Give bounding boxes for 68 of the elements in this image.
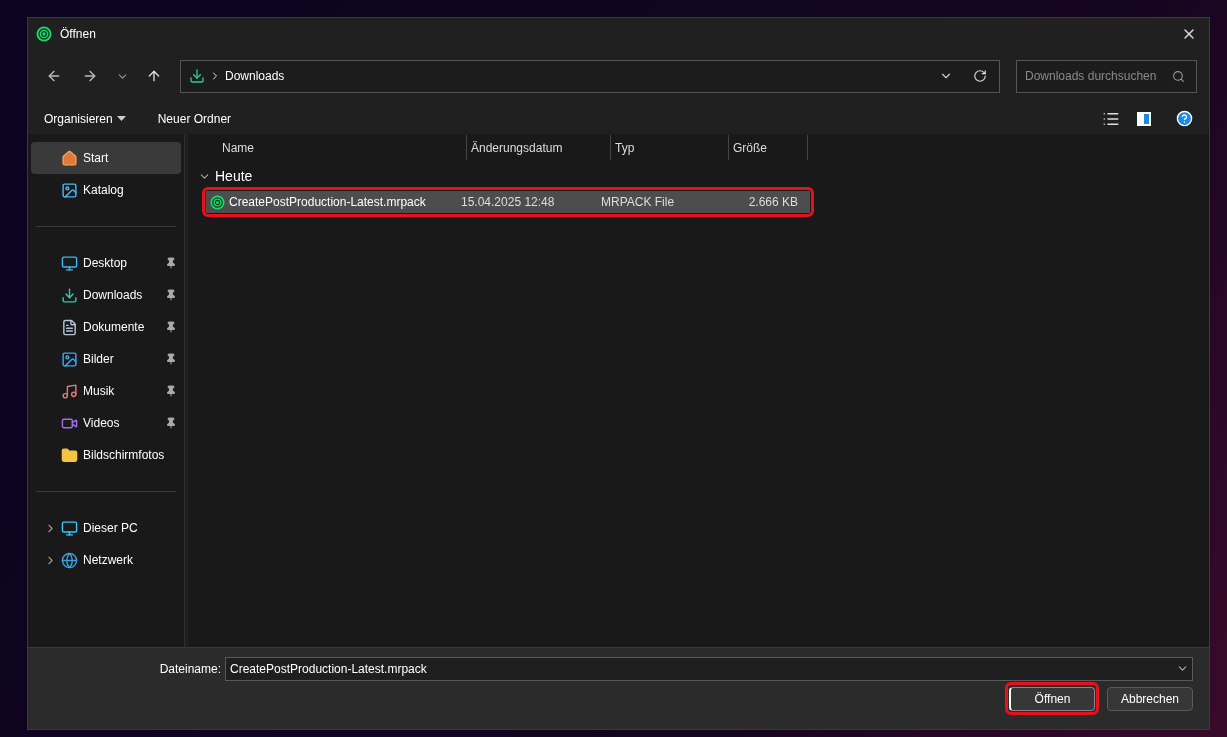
refresh-icon[interactable] — [973, 69, 987, 83]
monitor-icon — [61, 254, 78, 272]
sidebar-label: Desktop — [83, 255, 129, 272]
download-icon — [189, 68, 205, 84]
breadcrumb[interactable]: Downloads — [225, 67, 939, 85]
sidebar-item[interactable]: Dieser PC — [31, 512, 181, 544]
sidebar-item[interactable]: Bilder — [31, 343, 181, 375]
column-header[interactable]: Typ — [610, 135, 728, 160]
pin-icon[interactable] — [165, 417, 177, 429]
filename-field[interactable]: CreatePostProduction-Latest.mrpack — [225, 657, 1193, 681]
pin-icon[interactable] — [165, 385, 177, 397]
mrpack-file-icon — [210, 194, 225, 210]
file-date: 15.04.2025 12:48 — [460, 194, 556, 211]
arrow-up-icon — [146, 68, 162, 84]
group-header[interactable]: Heute — [192, 161, 1209, 191]
sidebar-label: Dieser PC — [83, 520, 139, 537]
network-icon — [61, 551, 78, 569]
app-logo-icon — [36, 25, 52, 42]
sidebar-item[interactable]: Downloads — [31, 279, 181, 311]
column-header[interactable]: Größe — [728, 135, 808, 160]
address-bar[interactable]: Downloads — [180, 59, 1000, 93]
window-title: Öffnen — [60, 25, 97, 43]
sidebar-item[interactable]: Desktop — [31, 247, 181, 279]
preview-pane-icon[interactable] — [1136, 110, 1152, 127]
file-size: 2.666 KB — [747, 194, 798, 211]
download-icon — [61, 286, 78, 304]
sidebar-item[interactable]: Start — [31, 142, 181, 174]
sidebar-item[interactable]: Dokumente — [31, 311, 181, 343]
sidebar-item[interactable]: Bildschirmfotos — [31, 439, 181, 471]
file-type: MRPACK File — [600, 194, 676, 211]
image-icon — [61, 350, 78, 368]
filename-label: Dateiname: — [159, 660, 221, 678]
computer-icon — [61, 519, 78, 537]
picture-frame-icon — [61, 181, 78, 199]
document-icon — [61, 318, 78, 336]
sidebar-label: Katalog — [83, 182, 125, 199]
organize-menu-button[interactable]: Organisieren — [44, 109, 126, 128]
file-name: CreatePostProduction-Latest.mrpack — [229, 194, 426, 211]
dialog-button[interactable]: Abbrechen — [1107, 687, 1193, 711]
caret-icon — [116, 116, 126, 121]
sidebar-item[interactable]: Musik — [31, 375, 181, 407]
dialog-button[interactable]: Öffnen — [1009, 687, 1095, 711]
pin-icon[interactable] — [165, 257, 177, 269]
sidebar-item[interactable]: Katalog — [31, 174, 181, 206]
sidebar-item[interactable]: Netzwerk — [31, 544, 181, 576]
column-header[interactable]: Änderungsdatum — [466, 135, 610, 160]
search-field[interactable]: Downloads durchsuchen — [1016, 59, 1197, 93]
new-folder-button[interactable]: Neuer Ordner — [157, 109, 232, 128]
pin-icon[interactable] — [165, 321, 177, 333]
home-icon — [61, 149, 78, 167]
sidebar-item[interactable]: Videos — [31, 407, 181, 439]
sidebar-label: Musik — [83, 383, 116, 400]
sidebar-label: Dokumente — [83, 319, 146, 336]
arrow-right-icon — [82, 68, 98, 84]
file-row[interactable]: CreatePostProduction-Latest.mrpack 15.04.2025 12:48 MRPACK File 2.666 KB — [206, 191, 810, 213]
sidebar-label: Bildschirmfotos — [83, 447, 166, 464]
pin-icon[interactable] — [165, 289, 177, 301]
folder-icon — [61, 446, 78, 464]
sidebar-label: Netzwerk — [83, 552, 134, 569]
help-icon[interactable] — [1176, 110, 1193, 127]
sidebar-label: Start — [83, 150, 110, 167]
search-icon — [1172, 69, 1185, 83]
pin-icon[interactable] — [165, 353, 177, 365]
music-note-icon — [61, 382, 78, 400]
sidebar-label: Videos — [83, 415, 121, 432]
column-header[interactable]: Name — [218, 135, 466, 160]
sidebar-label: Downloads — [83, 287, 144, 304]
sidebar-label: Bilder — [83, 351, 115, 368]
